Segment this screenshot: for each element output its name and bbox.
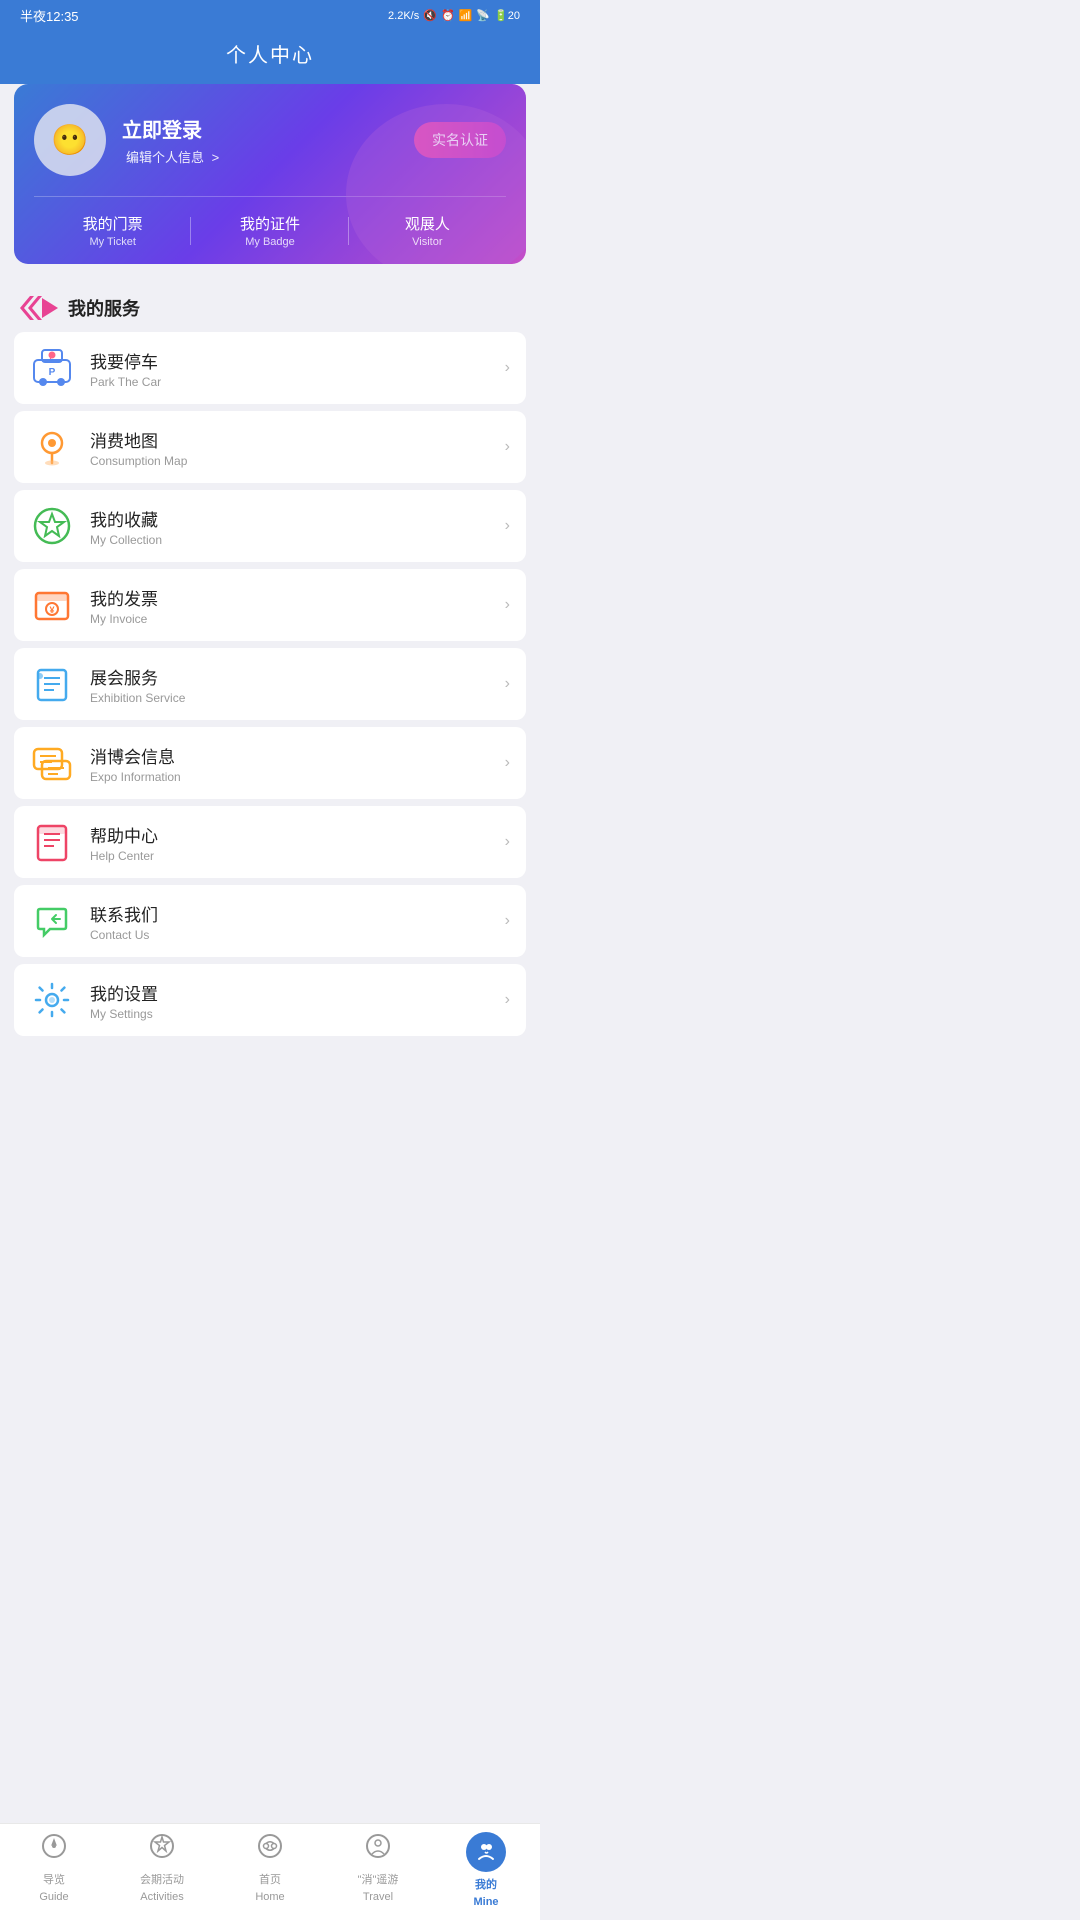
- nav-activities-icon: [148, 1832, 176, 1867]
- expo-arrow: ›: [505, 754, 510, 772]
- menu-item-exhibition[interactable]: 展会服务 Exhibition Service ›: [14, 648, 526, 720]
- nav-home-en: Home: [255, 1891, 284, 1903]
- nav-guide[interactable]: 导览 Guide: [0, 1832, 108, 1908]
- nav-activities-zh: 会期活动: [140, 1871, 184, 1887]
- nav-home-icon: [256, 1832, 284, 1867]
- profile-name: 立即登录: [122, 114, 219, 143]
- menu-item-invoice[interactable]: ¥ 我的发票 My Invoice ›: [14, 569, 526, 641]
- nav-mine[interactable]: 我的 Mine: [432, 1832, 540, 1908]
- profile-edit[interactable]: 编辑个人信息 >: [122, 147, 219, 166]
- invoice-text: 我的发票 My Invoice: [90, 585, 489, 626]
- nav-home[interactable]: 首页 Home: [216, 1832, 324, 1908]
- page-title: 个人中心: [226, 45, 314, 67]
- settings-text: 我的设置 My Settings: [90, 980, 489, 1021]
- nav-guide-icon: [40, 1832, 68, 1867]
- stat-ticket[interactable]: 我的门票 My Ticket: [34, 213, 191, 248]
- stat-ticket-en: My Ticket: [34, 236, 191, 248]
- menu-item-help[interactable]: 帮助中心 Help Center ›: [14, 806, 526, 878]
- parking-arrow: ›: [505, 359, 510, 377]
- stat-badge[interactable]: 我的证件 My Badge: [191, 213, 348, 248]
- nav-travel-icon: [364, 1832, 392, 1867]
- nav-mine-zh: 我的: [475, 1876, 497, 1892]
- menu-list: P P 我要停车 Park The Car › 消费地图 Consumption…: [0, 332, 540, 1042]
- stat-visitor[interactable]: 观展人 Visitor: [349, 213, 506, 248]
- nav-travel-en: Travel: [363, 1891, 393, 1903]
- signal-icon: 📶: [459, 9, 473, 22]
- menu-item-settings[interactable]: 我的设置 My Settings ›: [14, 964, 526, 1036]
- help-text: 帮助中心 Help Center: [90, 822, 489, 863]
- menu-item-contact[interactable]: 联系我们 Contact Us ›: [14, 885, 526, 957]
- svg-text:P: P: [49, 367, 56, 378]
- wifi-icon: 📡: [476, 9, 490, 22]
- nav-home-zh: 首页: [259, 1871, 281, 1887]
- map-arrow: ›: [505, 438, 510, 456]
- help-icon: [30, 820, 74, 864]
- contact-arrow: ›: [505, 912, 510, 930]
- real-name-button[interactable]: 实名认证: [414, 122, 506, 158]
- nav-mine-icon: [466, 1832, 506, 1872]
- profile-left: 😶 立即登录 编辑个人信息 >: [34, 104, 219, 176]
- section-icon: [20, 294, 58, 322]
- nav-travel[interactable]: "消"遥游 Travel: [324, 1832, 432, 1908]
- stat-ticket-zh: 我的门票: [34, 213, 191, 234]
- stat-badge-zh: 我的证件: [191, 213, 348, 234]
- profile-banner: 😶 立即登录 编辑个人信息 > 实名认证 我的门票 My Ticket 我的证件…: [14, 84, 526, 264]
- nav-travel-zh: "消"遥游: [358, 1871, 399, 1887]
- status-time: 半夜12:35: [20, 6, 79, 25]
- nav-guide-en: Guide: [39, 1891, 68, 1903]
- expo-icon: [30, 741, 74, 785]
- collection-arrow: ›: [505, 517, 510, 535]
- nav-activities-en: Activities: [140, 1891, 183, 1903]
- contact-text: 联系我们 Contact Us: [90, 901, 489, 942]
- exhibition-arrow: ›: [505, 675, 510, 693]
- exhibition-text: 展会服务 Exhibition Service: [90, 664, 489, 705]
- nav-activities[interactable]: 会期活动 Activities: [108, 1832, 216, 1908]
- profile-info: 立即登录 编辑个人信息 >: [122, 114, 219, 166]
- map-icon: [30, 425, 74, 469]
- network-speed: 2.2K/s: [388, 10, 419, 22]
- section-header: 我的服务: [0, 280, 540, 332]
- profile-top: 😶 立即登录 编辑个人信息 > 实名认证: [34, 104, 506, 176]
- battery-icon: 🔋20: [494, 9, 520, 22]
- settings-icon: [30, 978, 74, 1022]
- status-bar: 半夜12:35 2.2K/s 🔇 ⏰ 📶 📡 🔋20: [0, 0, 540, 31]
- invoice-arrow: ›: [505, 596, 510, 614]
- alarm-icon: ⏰: [441, 9, 455, 22]
- menu-item-expo[interactable]: 消博会信息 Expo Information ›: [14, 727, 526, 799]
- svg-text:¥: ¥: [49, 605, 54, 615]
- parking-icon: P P: [30, 346, 74, 390]
- avatar: 😶: [34, 104, 106, 176]
- status-icons: 2.2K/s 🔇 ⏰ 📶 📡 🔋20: [388, 9, 520, 22]
- menu-item-parking[interactable]: P P 我要停车 Park The Car ›: [14, 332, 526, 404]
- mute-icon: 🔇: [423, 9, 437, 22]
- stat-visitor-zh: 观展人: [349, 213, 506, 234]
- section-title: 我的服务: [68, 295, 140, 321]
- stat-badge-en: My Badge: [191, 236, 348, 248]
- stats-row: 我的门票 My Ticket 我的证件 My Badge 观展人 Visitor: [34, 196, 506, 264]
- stat-visitor-en: Visitor: [349, 236, 506, 248]
- parking-text: 我要停车 Park The Car: [90, 348, 489, 389]
- menu-item-collection[interactable]: 我的收藏 My Collection ›: [14, 490, 526, 562]
- expo-text: 消博会信息 Expo Information: [90, 743, 489, 784]
- bottom-nav: 导览 Guide 会期活动 Activities 首页 Home: [0, 1823, 540, 1920]
- contact-icon: [30, 899, 74, 943]
- map-text: 消费地图 Consumption Map: [90, 427, 489, 468]
- menu-item-map[interactable]: 消费地图 Consumption Map ›: [14, 411, 526, 483]
- invoice-icon: ¥: [30, 583, 74, 627]
- svg-text:P: P: [49, 352, 55, 361]
- nav-guide-zh: 导览: [43, 1871, 65, 1887]
- settings-arrow: ›: [505, 991, 510, 1009]
- collection-icon: [30, 504, 74, 548]
- help-arrow: ›: [505, 833, 510, 851]
- page-header: 个人中心: [0, 31, 540, 84]
- exhibition-icon: [30, 662, 74, 706]
- nav-mine-en: Mine: [473, 1896, 498, 1908]
- collection-text: 我的收藏 My Collection: [90, 506, 489, 547]
